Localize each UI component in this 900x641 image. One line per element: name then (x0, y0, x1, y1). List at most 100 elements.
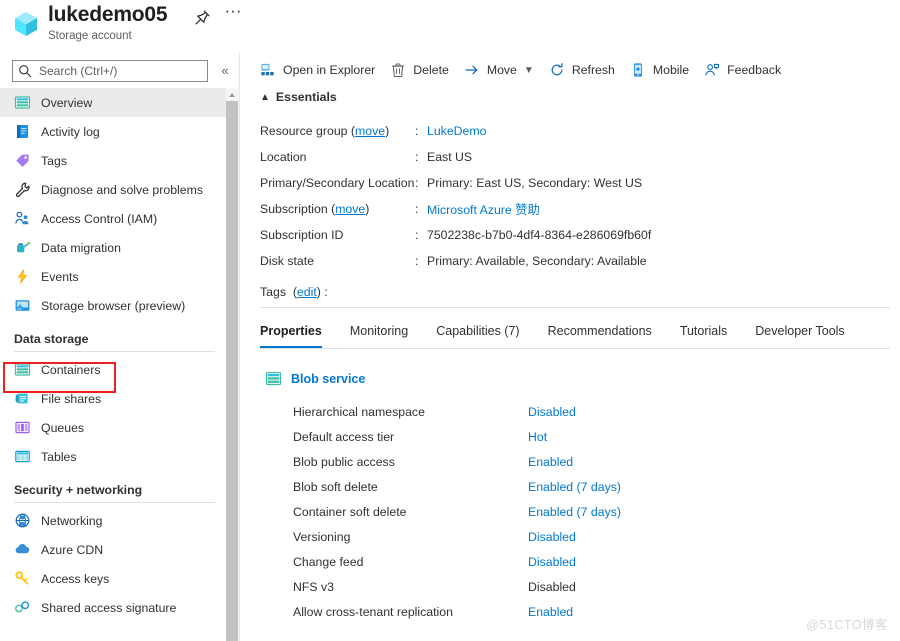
search-input[interactable] (37, 61, 205, 81)
sidebar-item-networking[interactable]: Networking (0, 506, 226, 535)
storage-account-cube-icon (10, 8, 42, 40)
tags-paren-open: ( (289, 285, 297, 299)
pin-icon[interactable] (192, 8, 212, 28)
trash-icon (390, 62, 406, 78)
activity-log-icon (14, 123, 31, 140)
mobile-icon (630, 62, 646, 78)
blob-service-title[interactable]: Blob service (291, 372, 365, 386)
sas-link-icon (14, 599, 31, 616)
property-row: Allow cross-tenant replication Enabled (293, 599, 621, 624)
property-value[interactable]: Enabled (7 days) (528, 480, 621, 494)
tab-tutorials[interactable]: Tutorials (666, 318, 741, 348)
toolbar-refresh-button[interactable]: Refresh (549, 58, 615, 82)
sidebar-item-file-shares[interactable]: File shares (0, 384, 226, 413)
tags-row: Tags (edit) : (260, 285, 328, 299)
property-value[interactable]: Enabled (7 days) (528, 505, 621, 519)
toolbar-feedback-button[interactable]: Feedback (704, 58, 781, 82)
tab-capabilities-7[interactable]: Capabilities (7) (422, 318, 533, 348)
essentials-row: Resource group (move): LukeDemo (260, 118, 651, 144)
essentials-colon: : (415, 228, 419, 242)
watermark: @51CTO博客 (806, 618, 888, 632)
sidebar-item-storage-browser-preview[interactable]: Storage browser (preview) (0, 291, 226, 320)
essentials-key-text: Primary/Secondary Location (260, 176, 415, 190)
chevron-down-icon[interactable]: ▼ (524, 65, 534, 76)
sidebar-item-tables[interactable]: Tables (0, 442, 226, 471)
property-row: Hierarchical namespace Disabled (293, 399, 621, 424)
property-row: NFS v3 Disabled (293, 574, 621, 599)
sidebar-item-activity-log[interactable]: Activity log (0, 117, 226, 146)
search-icon (18, 64, 32, 78)
property-key: Blob soft delete (293, 479, 378, 494)
essentials-key: Location (260, 150, 415, 164)
essentials-key-move-link[interactable]: move (355, 124, 385, 138)
essentials-value[interactable]: LukeDemo (427, 124, 486, 138)
essentials-key-move-link[interactable]: move (335, 202, 365, 216)
tab-recommendations[interactable]: Recommendations (534, 318, 666, 348)
essentials-key: Disk state (260, 254, 415, 268)
property-value[interactable]: Disabled (528, 405, 576, 419)
sidebar-item-label: Access keys (41, 571, 110, 586)
tab-label: Capabilities (7) (436, 324, 520, 338)
blob-service-header[interactable]: Blob service (265, 370, 365, 387)
sidebar-item-tags[interactable]: Tags (0, 146, 226, 175)
toolbar-mobile-button[interactable]: Mobile (630, 58, 689, 82)
tag-icon (14, 152, 31, 169)
toolbar-button-label: Refresh (571, 63, 615, 77)
sidebar-item-queues[interactable]: Queues (0, 413, 226, 442)
essentials-divider (260, 307, 890, 308)
essentials-row: Location: East US (260, 144, 651, 170)
content-tabs: Properties Monitoring Capabilities (7) Reco… (260, 318, 859, 348)
toolbar-move-button[interactable]: Move ▼ (464, 58, 534, 82)
toolbar-button-label: Feedback (727, 63, 782, 77)
sidebar-item-access-control-iam[interactable]: Access Control (IAM) (0, 204, 226, 233)
toolbar-button-label: Mobile (652, 63, 690, 77)
tab-label: Recommendations (547, 324, 652, 338)
tab-properties[interactable]: Properties (260, 318, 336, 348)
sidebar-item-data-migration[interactable]: Data migration (0, 233, 226, 262)
tags-edit-link[interactable]: edit (297, 285, 317, 299)
essentials-value[interactable]: Microsoft Azure 赞助 (427, 200, 540, 218)
property-key: Container soft delete (293, 504, 407, 519)
key-icon (14, 570, 31, 587)
sidebar-item-shared-access-signature[interactable]: Shared access signature (0, 593, 226, 622)
resource-type-label: Storage account (48, 30, 132, 42)
users-icon (14, 210, 31, 227)
tags-paren-close: ) : (316, 285, 328, 299)
property-value[interactable]: Enabled (528, 455, 573, 469)
sidebar-scrollbar-thumb[interactable] (226, 101, 238, 641)
property-value: Disabled (528, 579, 576, 594)
property-value[interactable]: Disabled (528, 555, 576, 569)
sidebar-item-access-keys[interactable]: Access keys (0, 564, 226, 593)
open-in-explorer-icon (260, 62, 276, 78)
essentials-toggle[interactable]: ▲ Essentials (260, 90, 337, 104)
property-value[interactable]: Disabled (528, 530, 576, 544)
essentials-key-text: Disk state (260, 254, 314, 268)
sidebar-item-overview[interactable]: Overview (0, 88, 226, 117)
chevron-double-left-icon[interactable]: « (216, 62, 234, 80)
sidebar-item-label: Overview (41, 95, 93, 110)
sidebar-item-diagnose-and-solve-problems[interactable]: Diagnose and solve problems (0, 175, 226, 204)
tab-monitoring[interactable]: Monitoring (336, 318, 422, 348)
toolbar-open-in-explorer-button[interactable]: Open in Explorer (260, 58, 375, 82)
sidebar-group-title: Security + networking (14, 483, 143, 497)
refresh-icon (549, 62, 565, 78)
essentials-value: East US (427, 150, 473, 164)
tags-label: Tags (260, 285, 286, 299)
sidebar-item-label: Storage browser (preview) (41, 298, 186, 313)
blob-service-properties: Hierarchical namespace Disabled Default ac… (293, 399, 621, 624)
sidebar-scroll-up-icon[interactable] (226, 88, 239, 100)
toolbar-delete-button[interactable]: Delete (390, 58, 449, 82)
essentials-value: Primary: East US, Secondary: West US (427, 176, 643, 190)
tab-developer-tools[interactable]: Developer Tools (741, 318, 858, 348)
tab-label: Developer Tools (755, 324, 845, 338)
property-value[interactable]: Enabled (528, 605, 573, 619)
sidebar-item-containers[interactable]: Containers (0, 355, 226, 384)
property-value[interactable]: Hot (528, 430, 547, 444)
sidebar-item-events[interactable]: Events (0, 262, 226, 291)
property-key: Hierarchical namespace (293, 404, 425, 419)
search-box[interactable] (12, 60, 208, 82)
sidebar-item-azure-cdn[interactable]: Azure CDN (0, 535, 226, 564)
tab-label: Properties (260, 324, 322, 338)
property-key: Blob public access (293, 454, 395, 469)
containers-icon (14, 361, 31, 378)
